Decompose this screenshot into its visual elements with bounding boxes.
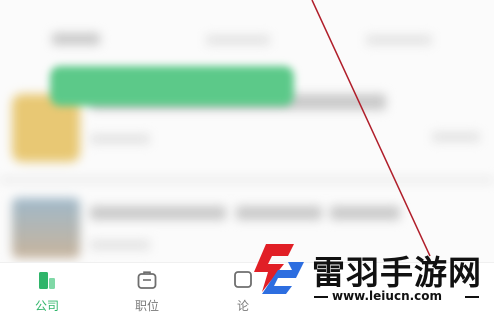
tab-label-jobs: 职位: [134, 299, 159, 313]
watermark-rule-right: [465, 296, 479, 298]
app-screen: 公司 职位 论 雷羽手游网 www.leiucn.com: [0, 0, 494, 313]
lightning-logo: [254, 244, 304, 294]
tab-label-company: 公司: [34, 299, 59, 313]
tab-company[interactable]: 公司: [12, 263, 82, 313]
watermark-title: 雷羽手游网: [312, 253, 482, 292]
watermark: 雷羽手游网 www.leiucn.com: [244, 232, 490, 310]
watermark-rule-left: [314, 296, 328, 298]
tab-jobs[interactable]: 职位: [112, 263, 182, 313]
watermark-url: www.leiucn.com: [332, 289, 443, 303]
briefcase-icon: [137, 271, 157, 289]
company-building-icon: [39, 272, 55, 289]
